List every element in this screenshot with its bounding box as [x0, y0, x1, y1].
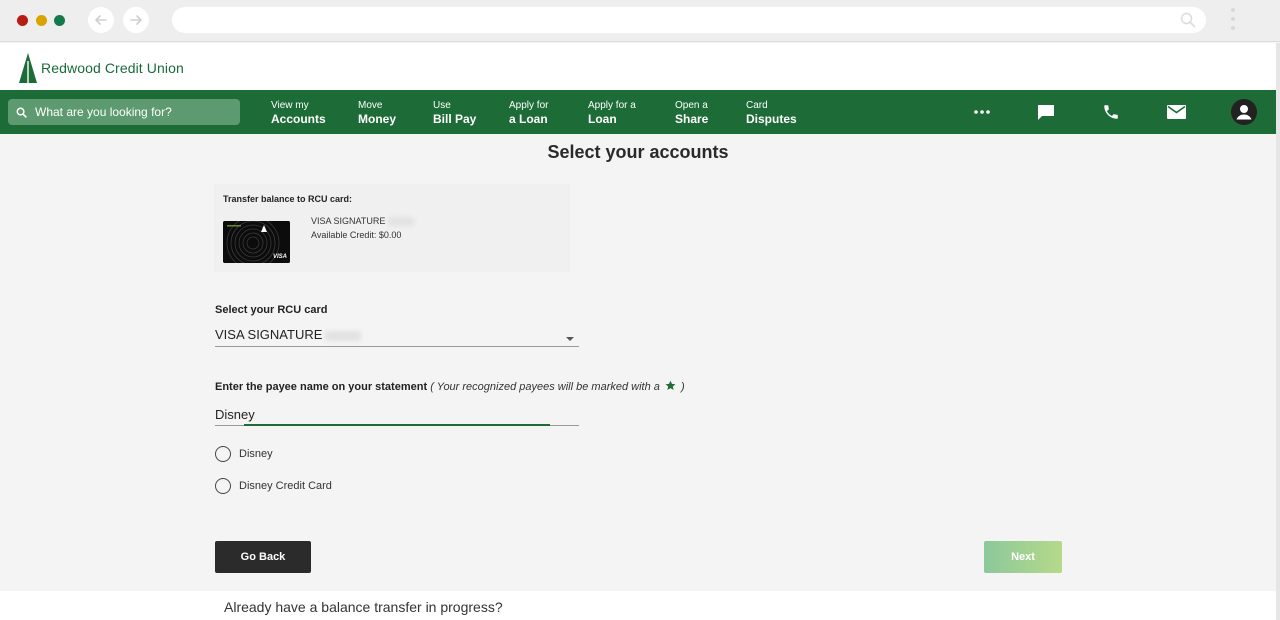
payee-focus-underline	[244, 424, 550, 426]
redwood-tree-icon	[19, 53, 37, 83]
arrow-left-icon	[95, 15, 107, 25]
nav-card-disputes-label: Disputes	[746, 112, 797, 126]
nav-accounts-label: Accounts	[271, 112, 326, 126]
card-name: VISA SIGNATURE	[311, 216, 415, 227]
search-input[interactable]	[35, 105, 225, 119]
rcu-card-select[interactable]: VISA SIGNATURE	[215, 327, 579, 347]
rcu-card-select-value: VISA SIGNATURE	[215, 327, 323, 342]
payee-hint-before: ( Your recognized payees will be marked …	[430, 381, 660, 393]
payee-option-disney[interactable]: Disney	[215, 446, 273, 462]
logo-text: Redwood Credit Union	[41, 60, 184, 76]
nav-move-money-caption: Move	[358, 100, 383, 111]
scrollbar[interactable]	[1276, 43, 1280, 620]
chat-icon[interactable]	[1034, 100, 1058, 124]
browser-chrome	[0, 0, 1280, 42]
payee-option-disney-credit-card[interactable]: Disney Credit Card	[215, 478, 332, 494]
nav-card-disputes[interactable]: Card Disputes	[746, 100, 797, 126]
nav-move-money-label: Money	[358, 112, 397, 126]
nav-apply-loan-2[interactable]: Apply for a Loan	[588, 100, 636, 126]
payee-option-label: Disney Credit Card	[239, 480, 332, 492]
nav-open-share-caption: Open a	[675, 100, 708, 111]
payee-name-input[interactable]	[215, 405, 579, 422]
search-icon	[1180, 12, 1196, 28]
payee-label: Enter the payee name on your statement (…	[215, 380, 685, 393]
chevron-down-icon	[566, 337, 574, 341]
logo[interactable]: Redwood Credit Union	[19, 53, 184, 83]
nav-accounts-caption: View my	[271, 100, 309, 111]
address-bar[interactable]	[172, 7, 1206, 33]
nav-bill-pay-label: Bill Pay	[433, 112, 477, 126]
card-brand-label: VISA	[272, 254, 287, 260]
credit-card-image: VISA	[223, 221, 290, 263]
balance-transfer-in-progress-link[interactable]: Already have a balance transfer in progr…	[224, 599, 503, 615]
available-credit: Available Credit: $0.00	[311, 230, 402, 240]
masked-card-number	[388, 217, 415, 227]
arrow-right-icon	[130, 15, 142, 25]
radio-button[interactable]	[215, 478, 231, 494]
payee-hint-after: )	[681, 381, 685, 393]
site-header: Redwood Credit Union	[0, 43, 1280, 90]
main-nav: View my Accounts Move Money Use Bill Pay…	[0, 90, 1280, 134]
nav-bill-pay[interactable]: Use Bill Pay	[433, 100, 476, 126]
close-window-dot[interactable]	[17, 15, 28, 26]
card-name-text: VISA SIGNATURE	[311, 216, 386, 226]
nav-bill-pay-caption: Use	[433, 100, 451, 111]
radio-button[interactable]	[215, 446, 231, 462]
profile-icon[interactable]	[1231, 99, 1257, 125]
more-icon[interactable]	[970, 100, 994, 124]
phone-icon[interactable]	[1099, 100, 1123, 124]
nav-apply-loan-caption: Apply for	[509, 100, 549, 111]
payee-option-label: Disney	[239, 448, 273, 460]
transfer-card-panel: Transfer balance to RCU card: VISA VISA …	[214, 184, 570, 272]
go-back-button[interactable]: Go Back	[215, 541, 311, 573]
mail-icon[interactable]	[1164, 100, 1188, 124]
select-card-label: Select your RCU card	[215, 304, 328, 316]
nav-apply-loan-2-caption: Apply for a	[588, 100, 636, 111]
nav-card-disputes-caption: Card	[746, 100, 768, 111]
nav-apply-loan[interactable]: Apply for a Loan	[509, 100, 548, 126]
footer-strip: Already have a balance transfer in progr…	[0, 591, 1280, 620]
payee-field[interactable]	[215, 405, 579, 426]
minimize-window-dot[interactable]	[36, 15, 47, 26]
nav-open-share-label: Share	[675, 112, 709, 126]
nav-apply-loan-label: a Loan	[509, 112, 548, 126]
forward-button[interactable]	[123, 7, 149, 33]
page-title: Select your accounts	[547, 142, 729, 162]
payee-hint: ( Your recognized payees will be marked …	[430, 380, 685, 393]
transfer-card-title: Transfer balance to RCU card:	[223, 194, 353, 204]
nav-accounts[interactable]: View my Accounts	[271, 100, 326, 126]
nav-open-share[interactable]: Open a Share	[675, 100, 708, 126]
star-icon	[665, 380, 676, 390]
search-icon	[16, 107, 27, 118]
site-search[interactable]	[8, 99, 240, 125]
next-button[interactable]: Next	[984, 541, 1062, 573]
nav-move-money[interactable]: Move Money	[358, 100, 396, 126]
payee-label-text: Enter the payee name on your statement	[215, 381, 428, 393]
browser-menu-icon[interactable]	[1230, 8, 1236, 34]
back-button[interactable]	[88, 7, 114, 33]
maximize-window-dot[interactable]	[54, 15, 65, 26]
masked-card-number	[325, 330, 362, 341]
nav-apply-loan-2-label: Loan	[588, 112, 617, 126]
